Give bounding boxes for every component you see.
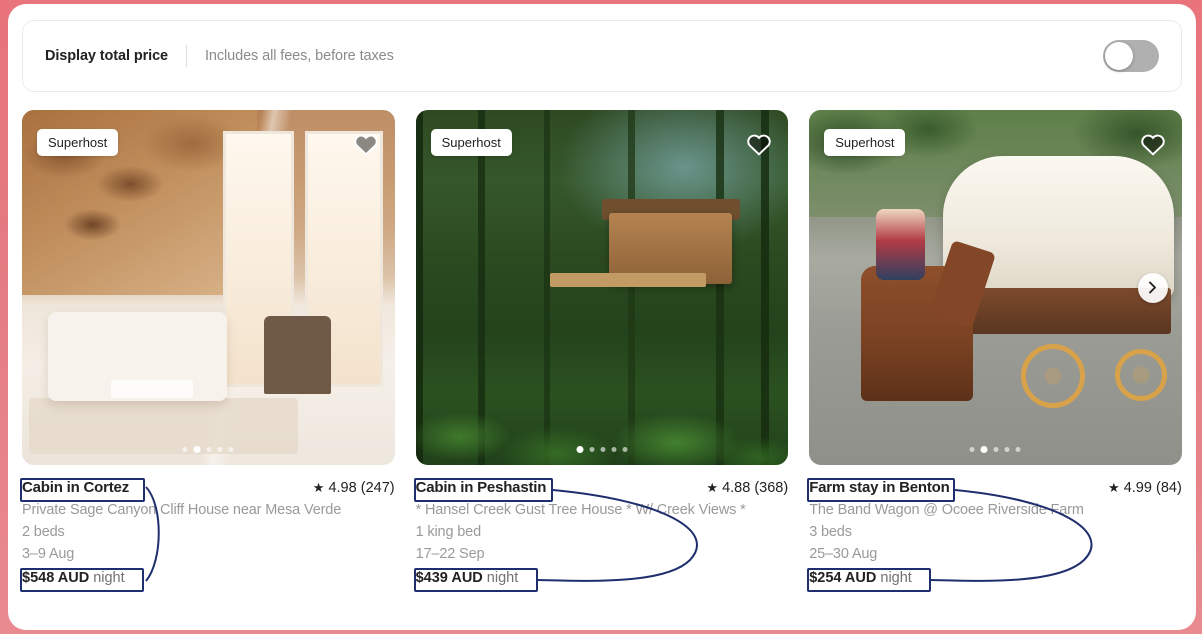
listing-subtitle: Private Sage Canyon Cliff House near Mes… [22,502,342,518]
listing-beds: 2 beds [22,524,65,540]
listing-dates: 3–9 Aug [22,546,75,562]
rating-value: 4.98 [328,480,357,496]
price-amount: $439 AUD [415,570,483,586]
star-icon: ★ [706,480,719,495]
photo-dot[interactable] [217,447,223,452]
page-panel: Display total price Includes all fees, b… [8,4,1196,630]
listing-subtitle: The Band Wagon @ Ocoee Riverside Farm [809,502,1084,518]
review-count: (84) [1155,480,1182,496]
rating-value: 4.88 [722,480,751,496]
photo-dot[interactable] [206,447,212,452]
chevron-right-icon [1149,281,1157,294]
photo-dot[interactable] [1015,447,1021,452]
rating-value: 4.99 [1123,480,1152,496]
listing-price: $548 AUD night [22,570,395,586]
listing-title-row: Farm stay in Benton ★ 4.99 (84) [809,479,1182,496]
superhost-badge: Superhost [430,129,512,156]
listing-rating: ★ 4.98 (247) [313,480,395,496]
superhost-badge: Superhost [37,129,119,156]
price-amount: $548 AUD [22,570,90,586]
listing-title: Cabin in Cortez [22,479,130,496]
price-amount: $254 AUD [809,570,877,586]
favorite-heart-icon[interactable] [746,132,772,158]
star-icon: ★ [1108,480,1120,495]
listing-subtitle: * Hansel Creek Gust Tree House * W/ Cree… [415,502,746,518]
listing-price: $439 AUD night [416,570,789,586]
listing-info: Cabin in Cortez ★ 4.98 (247) Private Sag… [22,465,395,586]
chair-decor [264,315,332,394]
favorite-heart-icon[interactable] [1140,132,1166,158]
toggle-knob [1105,42,1133,70]
listing-info: Farm stay in Benton ★ 4.99 (84) The Band… [809,465,1182,586]
listing-title-row: Cabin in Peshastin ★ 4.88 (368) [416,479,789,496]
table-decor [111,379,194,398]
photo-dot-active[interactable] [576,446,584,453]
listing-dates: 17–22 Sep [415,546,485,562]
listing-info: Cabin in Peshastin ★ 4.88 (368) * Hansel… [416,465,789,586]
wagon-body-decor [954,287,1171,334]
photo-dot-active[interactable] [193,446,201,453]
listing-card[interactable]: Superhost Farm stay in Benton ★ 4.99 (84… [809,110,1182,586]
listing-beds: 3 beds [809,524,852,540]
banner-divider [186,45,187,67]
listing-card[interactable]: Superhost Cabin in Cortez ★ 4.98 (247) P… [22,110,395,586]
photo-dot[interactable] [969,447,975,452]
listing-photo[interactable]: Superhost [415,110,789,465]
listing-rating: ★ 4.88 (368) [706,480,788,496]
listing-rating: ★ 4.99 (84) [1108,480,1182,496]
photo-dot[interactable] [600,447,606,452]
display-total-price-banner: Display total price Includes all fees, b… [22,20,1182,92]
foliage-decor [415,323,789,465]
photo-dot[interactable] [622,447,628,452]
photo-dots[interactable] [182,446,234,453]
photo-dot[interactable] [611,447,617,452]
photo-dot[interactable] [993,447,999,452]
price-unit: night [93,570,125,586]
listing-grid: Superhost Cabin in Cortez ★ 4.98 (247) P… [22,110,1182,586]
star-icon: ★ [312,480,325,495]
price-unit: night [880,570,912,586]
photo-dot[interactable] [589,447,595,452]
photo-dot-active[interactable] [980,446,988,453]
photo-dots[interactable] [576,446,628,453]
banner-subtitle: Includes all fees, before taxes [205,48,394,64]
rug-decor [29,397,298,455]
listing-dates: 25–30 Aug [809,546,878,562]
listing-beds: 1 king bed [415,524,482,540]
listing-title: Cabin in Peshastin [415,479,547,496]
review-count: (247) [360,480,395,496]
listing-title: Farm stay in Benton [809,479,950,496]
photo-dot[interactable] [182,447,188,452]
price-unit: night [486,570,519,586]
rider-decor [876,209,925,281]
wagon-wheel-decor [1114,349,1167,402]
listing-card[interactable]: Superhost Cabin in Peshastin ★ 4.88 (368… [415,110,789,586]
listing-photo[interactable]: Superhost [809,110,1182,465]
display-total-price-toggle[interactable] [1103,40,1159,72]
deck-decor [549,273,707,288]
next-photo-button[interactable] [1137,272,1168,303]
favorite-heart-icon[interactable] [353,132,379,158]
listing-title-row: Cabin in Cortez ★ 4.98 (247) [22,479,395,496]
photo-dots[interactable] [969,446,1021,453]
wagon-wheel-decor [1020,344,1085,409]
review-count: (368) [754,480,789,496]
superhost-badge: Superhost [824,129,906,156]
listing-price: $254 AUD night [809,570,1182,586]
photo-dot[interactable] [1004,447,1010,452]
photo-dot[interactable] [228,447,234,452]
listing-photo[interactable]: Superhost [22,110,395,465]
banner-title: Display total price [45,48,168,64]
